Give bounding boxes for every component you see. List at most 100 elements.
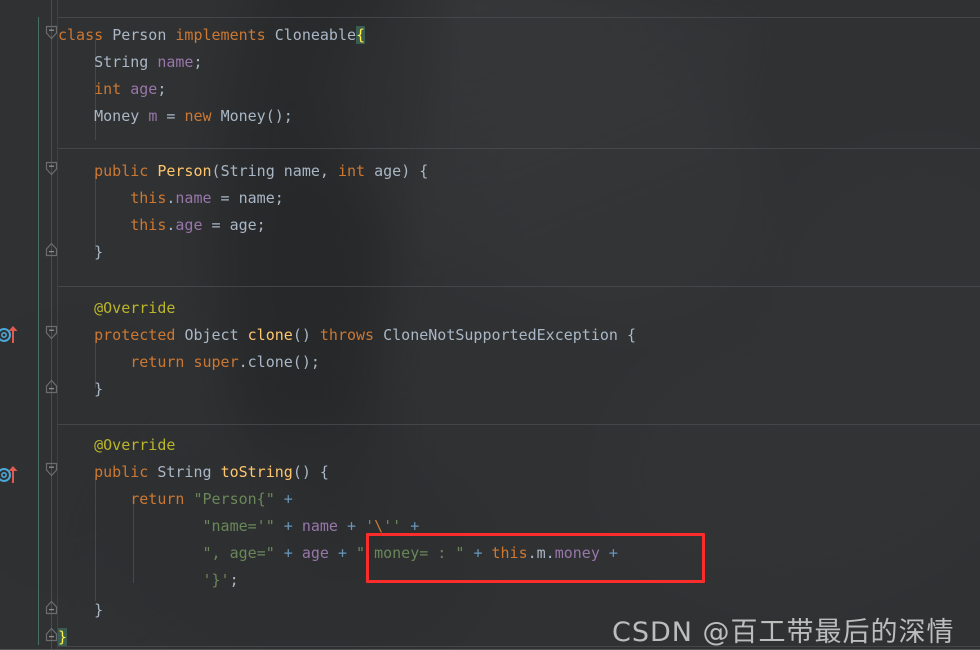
code-token: + (283, 517, 293, 535)
code-token: name (157, 53, 194, 71)
code-token: Money (58, 107, 149, 125)
code-token: = age; (202, 216, 266, 234)
code-token: ; (157, 80, 167, 98)
code-token: super (193, 353, 239, 371)
code-line[interactable]: } (58, 597, 103, 624)
code-token: "Person{" (193, 490, 275, 508)
code-token: ; (229, 571, 239, 589)
code-line[interactable]: return super.clone(); (58, 349, 320, 376)
watermark-text: CSDN @百工带最后的深情 (612, 617, 955, 648)
code-line[interactable]: } (58, 239, 103, 266)
override-method-gutter-icon[interactable] (0, 324, 22, 344)
code-token: class (58, 26, 113, 44)
code-token: ; (193, 53, 203, 71)
fold-collapse-icon[interactable] (45, 161, 58, 176)
code-token: ( (211, 162, 221, 180)
code-line[interactable]: this.age = age; (58, 212, 266, 239)
code-token: protected (58, 326, 185, 344)
changed-lines-marker (38, 17, 39, 645)
code-line[interactable]: String name; (58, 49, 203, 76)
code-line[interactable]: @Override (58, 295, 175, 322)
code-token: name (283, 162, 320, 180)
code-token: age (301, 544, 329, 562)
code-token: , (319, 162, 338, 180)
code-token: @Override (58, 299, 176, 317)
fold-collapse-icon[interactable] (45, 325, 58, 340)
code-token: age (374, 162, 402, 180)
fold-collapse-icon[interactable] (45, 25, 58, 40)
code-token: } (58, 380, 104, 398)
code-token: } (58, 601, 104, 619)
editor-gutter[interactable] (0, 0, 58, 650)
red-annotation-box (366, 533, 705, 583)
code-token: '}' (58, 571, 230, 589)
code-token: name (301, 517, 338, 535)
fold-end-icon[interactable] (45, 627, 58, 642)
code-token: clone (247, 326, 293, 344)
code-token: + (283, 490, 293, 508)
fold-end-icon[interactable] (45, 242, 58, 257)
code-token: Cloneable (274, 26, 357, 44)
code-line[interactable]: this.name = name; (58, 185, 284, 212)
code-token: { (626, 326, 636, 344)
code-token: this (58, 216, 167, 234)
code-token: "name='" (58, 517, 275, 535)
code-token: new (184, 107, 221, 125)
code-token: int (58, 80, 131, 98)
code-token: toString (220, 463, 293, 481)
code-line[interactable]: public Person(String name, int age) { (58, 158, 428, 185)
code-token: return (58, 353, 194, 371)
code-token: String (157, 463, 221, 481)
code-line[interactable]: '}'; (58, 567, 239, 594)
code-token: m (148, 107, 158, 125)
code-token: + (337, 544, 347, 562)
code-line[interactable]: protected Object clone() throws CloneNot… (58, 322, 636, 349)
code-token: public (58, 463, 158, 481)
code-token: () (292, 326, 320, 344)
code-line[interactable]: @Override (58, 432, 175, 459)
code-token: throws (319, 326, 384, 344)
code-line[interactable]: } (58, 624, 68, 650)
code-line[interactable]: Money m = new Money(); (58, 103, 293, 130)
code-token: = name; (211, 189, 284, 207)
code-line[interactable]: class Person implements Cloneable{ (58, 22, 366, 49)
code-token: Person (112, 26, 176, 44)
code-token: this (58, 189, 167, 207)
code-editor-screenshot: class Person implements Cloneable{ Strin… (0, 0, 980, 650)
override-method-gutter-icon[interactable] (0, 464, 22, 484)
code-token: } (58, 628, 68, 646)
code-token: Object (184, 326, 248, 344)
fold-end-icon[interactable] (45, 600, 58, 615)
code-token: String (58, 53, 158, 71)
code-token: Person (157, 162, 212, 180)
code-token: @Override (58, 436, 176, 454)
code-line[interactable]: public String toString() { (58, 459, 329, 486)
code-token: int (337, 162, 375, 180)
code-token: + (283, 544, 293, 562)
code-token: String (220, 162, 284, 180)
code-token: } (58, 243, 104, 261)
code-line[interactable]: } (58, 376, 103, 403)
code-line[interactable]: int age; (58, 76, 166, 103)
code-token: name (175, 189, 212, 207)
code-token: + (347, 517, 357, 535)
code-token: implements (175, 26, 275, 44)
fold-end-icon[interactable] (45, 379, 58, 394)
code-token: ) { (401, 162, 429, 180)
code-token: public (58, 162, 158, 180)
fold-collapse-icon[interactable] (45, 462, 58, 477)
code-token: .clone(); (238, 353, 320, 371)
code-line[interactable]: return "Person{" + (58, 486, 293, 513)
code-token: return (58, 490, 194, 508)
code-token: { (356, 26, 366, 44)
code-token: Money(); (220, 107, 293, 125)
code-token: CloneNotSupportedException (383, 326, 627, 344)
